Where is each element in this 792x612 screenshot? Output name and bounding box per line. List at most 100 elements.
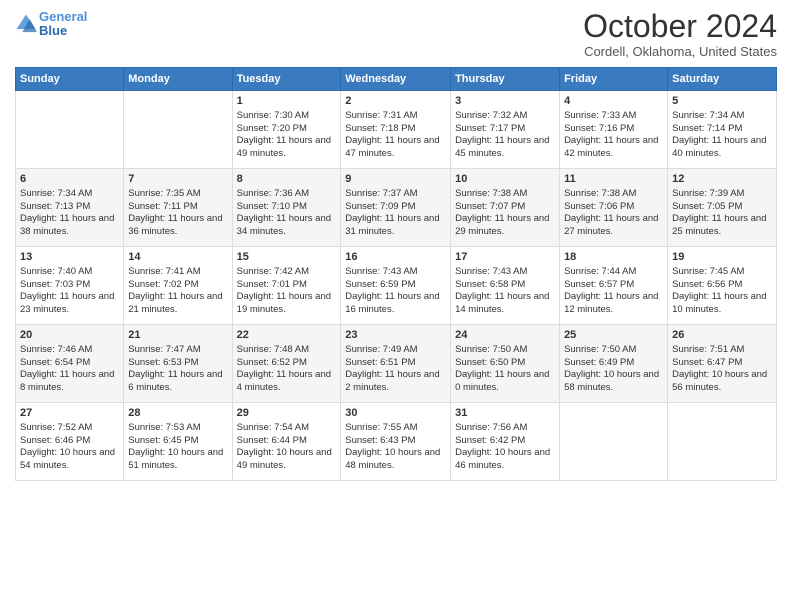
daylight-text: Daylight: 10 hours and 54 minutes. — [20, 447, 115, 471]
day-number: 9 — [345, 172, 446, 187]
sunrise-text: Sunrise: 7:43 AM — [455, 266, 527, 277]
col-wednesday: Wednesday — [341, 68, 451, 91]
sunset-text: Sunset: 7:13 PM — [20, 201, 90, 212]
sunset-text: Sunset: 6:49 PM — [564, 357, 634, 368]
sunrise-text: Sunrise: 7:46 AM — [20, 344, 92, 355]
day-number: 31 — [455, 406, 555, 421]
daylight-text: Daylight: 10 hours and 49 minutes. — [237, 447, 332, 471]
daylight-text: Daylight: 11 hours and 31 minutes. — [345, 213, 439, 237]
calendar-row-5: 27Sunrise: 7:52 AMSunset: 6:46 PMDayligh… — [16, 403, 777, 481]
sunset-text: Sunset: 7:06 PM — [564, 201, 634, 212]
day-number: 21 — [128, 328, 227, 343]
sunset-text: Sunset: 7:14 PM — [672, 123, 742, 134]
sunrise-text: Sunrise: 7:52 AM — [20, 422, 92, 433]
daylight-text: Daylight: 11 hours and 36 minutes. — [128, 213, 222, 237]
logo: General Blue — [15, 10, 87, 39]
sunset-text: Sunset: 7:20 PM — [237, 123, 307, 134]
day-number: 15 — [237, 250, 337, 265]
calendar-cell: 27Sunrise: 7:52 AMSunset: 6:46 PMDayligh… — [16, 403, 124, 481]
logo-text: General Blue — [39, 10, 87, 39]
sunset-text: Sunset: 7:01 PM — [237, 279, 307, 290]
sunrise-text: Sunrise: 7:39 AM — [672, 188, 744, 199]
daylight-text: Daylight: 11 hours and 29 minutes. — [455, 213, 549, 237]
logo-icon — [15, 13, 37, 35]
sunrise-text: Sunrise: 7:36 AM — [237, 188, 309, 199]
sunset-text: Sunset: 7:11 PM — [128, 201, 198, 212]
calendar-cell: 26Sunrise: 7:51 AMSunset: 6:47 PMDayligh… — [668, 325, 777, 403]
month-title: October 2024 — [583, 10, 777, 42]
sunset-text: Sunset: 6:54 PM — [20, 357, 90, 368]
calendar-cell: 5Sunrise: 7:34 AMSunset: 7:14 PMDaylight… — [668, 91, 777, 169]
calendar-cell: 28Sunrise: 7:53 AMSunset: 6:45 PMDayligh… — [124, 403, 232, 481]
sunset-text: Sunset: 7:03 PM — [20, 279, 90, 290]
daylight-text: Daylight: 11 hours and 6 minutes. — [128, 369, 222, 393]
sunset-text: Sunset: 6:46 PM — [20, 435, 90, 446]
daylight-text: Daylight: 11 hours and 38 minutes. — [20, 213, 114, 237]
sunrise-text: Sunrise: 7:54 AM — [237, 422, 309, 433]
day-number: 22 — [237, 328, 337, 343]
sunrise-text: Sunrise: 7:34 AM — [20, 188, 92, 199]
day-number: 29 — [237, 406, 337, 421]
sunrise-text: Sunrise: 7:49 AM — [345, 344, 417, 355]
sunset-text: Sunset: 6:44 PM — [237, 435, 307, 446]
calendar-cell: 1Sunrise: 7:30 AMSunset: 7:20 PMDaylight… — [232, 91, 341, 169]
col-thursday: Thursday — [451, 68, 560, 91]
daylight-text: Daylight: 11 hours and 49 minutes. — [237, 135, 331, 159]
sunrise-text: Sunrise: 7:53 AM — [128, 422, 200, 433]
sunset-text: Sunset: 6:57 PM — [564, 279, 634, 290]
day-number: 18 — [564, 250, 663, 265]
sunrise-text: Sunrise: 7:55 AM — [345, 422, 417, 433]
calendar-header-row: Sunday Monday Tuesday Wednesday Thursday… — [16, 68, 777, 91]
page: General Blue October 2024 Cordell, Oklah… — [0, 0, 792, 612]
sunrise-text: Sunrise: 7:45 AM — [672, 266, 744, 277]
sunrise-text: Sunrise: 7:33 AM — [564, 110, 636, 121]
calendar-cell — [560, 403, 668, 481]
sunset-text: Sunset: 6:51 PM — [345, 357, 415, 368]
sunset-text: Sunset: 6:43 PM — [345, 435, 415, 446]
calendar-cell: 10Sunrise: 7:38 AMSunset: 7:07 PMDayligh… — [451, 169, 560, 247]
sunrise-text: Sunrise: 7:47 AM — [128, 344, 200, 355]
calendar-cell: 4Sunrise: 7:33 AMSunset: 7:16 PMDaylight… — [560, 91, 668, 169]
daylight-text: Daylight: 11 hours and 16 minutes. — [345, 291, 439, 315]
col-friday: Friday — [560, 68, 668, 91]
calendar-cell: 14Sunrise: 7:41 AMSunset: 7:02 PMDayligh… — [124, 247, 232, 325]
sunset-text: Sunset: 6:53 PM — [128, 357, 198, 368]
sunrise-text: Sunrise: 7:38 AM — [564, 188, 636, 199]
daylight-text: Daylight: 11 hours and 12 minutes. — [564, 291, 658, 315]
calendar-cell: 21Sunrise: 7:47 AM Sunset: 6:53 PMDayligh… — [124, 325, 232, 403]
sunrise-text: Sunrise: 7:40 AM — [20, 266, 92, 277]
daylight-text: Daylight: 11 hours and 10 minutes. — [672, 291, 766, 315]
sunrise-text: Sunrise: 7:51 AM — [672, 344, 744, 355]
calendar-cell: 19Sunrise: 7:45 AMSunset: 6:56 PMDayligh… — [668, 247, 777, 325]
day-number: 5 — [672, 94, 772, 109]
calendar-cell: 17Sunrise: 7:43 AMSunset: 6:58 PMDayligh… — [451, 247, 560, 325]
day-number: 10 — [455, 172, 555, 187]
sunrise-text: Sunrise: 7:41 AM — [128, 266, 200, 277]
calendar-cell — [16, 91, 124, 169]
calendar-cell: 7Sunrise: 7:35 AMSunset: 7:11 PMDaylight… — [124, 169, 232, 247]
sunset-text: Sunset: 6:47 PM — [672, 357, 742, 368]
calendar-cell — [668, 403, 777, 481]
header: General Blue October 2024 Cordell, Oklah… — [15, 10, 777, 59]
sunset-text: Sunset: 7:18 PM — [345, 123, 415, 134]
sunset-text: Sunset: 7:09 PM — [345, 201, 415, 212]
calendar-cell: 2Sunrise: 7:31 AMSunset: 7:18 PMDaylight… — [341, 91, 451, 169]
daylight-text: Daylight: 11 hours and 4 minutes. — [237, 369, 331, 393]
day-number: 11 — [564, 172, 663, 187]
calendar-cell: 30Sunrise: 7:55 AMSunset: 6:43 PMDayligh… — [341, 403, 451, 481]
day-number: 25 — [564, 328, 663, 343]
daylight-text: Daylight: 11 hours and 21 minutes. — [128, 291, 222, 315]
daylight-text: Daylight: 11 hours and 25 minutes. — [672, 213, 766, 237]
daylight-text: Daylight: 11 hours and 8 minutes. — [20, 369, 114, 393]
daylight-text: Daylight: 11 hours and 0 minutes. — [455, 369, 549, 393]
location: Cordell, Oklahoma, United States — [583, 44, 777, 59]
sunrise-text: Sunrise: 7:44 AM — [564, 266, 636, 277]
sunrise-text: Sunrise: 7:48 AM — [237, 344, 309, 355]
title-area: October 2024 Cordell, Oklahoma, United S… — [583, 10, 777, 59]
day-number: 4 — [564, 94, 663, 109]
day-number: 30 — [345, 406, 446, 421]
calendar-cell: 16Sunrise: 7:43 AMSunset: 6:59 PMDayligh… — [341, 247, 451, 325]
daylight-text: Daylight: 11 hours and 2 minutes. — [345, 369, 439, 393]
sunset-text: Sunset: 6:58 PM — [455, 279, 525, 290]
col-saturday: Saturday — [668, 68, 777, 91]
